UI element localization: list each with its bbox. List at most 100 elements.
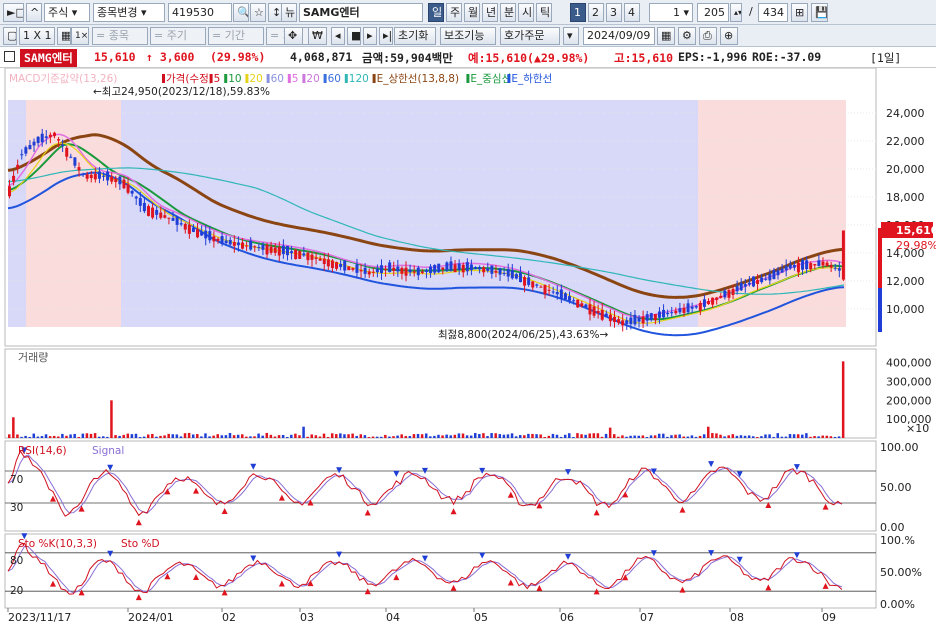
candle-body bbox=[24, 147, 28, 154]
scroll-right-icon[interactable]: ▸ bbox=[363, 27, 377, 45]
menu-button[interactable]: ►□ bbox=[3, 3, 24, 22]
scroll-left-icon[interactable]: ◂ bbox=[331, 27, 345, 45]
calendar-icon[interactable]: ▦ bbox=[657, 27, 675, 45]
market-select[interactable]: 주식 ▾ bbox=[44, 3, 90, 22]
candle-body bbox=[457, 263, 461, 270]
candle-body bbox=[449, 261, 453, 271]
volume-bar bbox=[290, 434, 293, 438]
candle-body bbox=[175, 216, 179, 225]
volume-bar bbox=[36, 436, 40, 438]
high-price: 고:15,610 bbox=[614, 51, 674, 65]
stop-icon[interactable]: ■ bbox=[347, 27, 361, 45]
save-icon[interactable]: 💾 bbox=[811, 3, 828, 22]
number-tab-3[interactable]: 3 bbox=[606, 3, 622, 22]
add-window-icon[interactable]: ⊞ bbox=[791, 3, 808, 22]
candle-body bbox=[375, 268, 379, 273]
candle-body bbox=[171, 218, 175, 221]
stock-change-select[interactable]: 종목변경 ▾ bbox=[93, 3, 165, 22]
sto-sell-arrow bbox=[336, 551, 343, 558]
rsi-sell-arrow bbox=[565, 469, 572, 476]
panel-toggle-icon[interactable]: ▢ bbox=[3, 27, 17, 45]
volume-bar bbox=[633, 435, 636, 438]
bar-count-input[interactable]: 205 bbox=[697, 3, 729, 22]
period-minute-tab[interactable]: 분 bbox=[500, 3, 516, 22]
candle-body bbox=[232, 242, 236, 246]
search-icon[interactable]: 🔍 bbox=[233, 3, 249, 22]
period-year-tab[interactable]: 년 bbox=[482, 3, 498, 22]
rsi-tick-label: 100.00 bbox=[880, 441, 919, 454]
period-week-tab[interactable]: 주 bbox=[446, 3, 462, 22]
code-input[interactable]: 419530 bbox=[168, 3, 232, 22]
candle-body bbox=[735, 286, 739, 292]
layout-button[interactable]: 1 X 1 bbox=[19, 27, 55, 45]
volume-bar bbox=[277, 435, 281, 438]
rsi-level-low: 30 bbox=[10, 502, 23, 514]
number-tab-2[interactable]: 2 bbox=[588, 3, 604, 22]
rsi-buy-arrow bbox=[278, 494, 285, 501]
print-icon[interactable]: ⎙ bbox=[699, 27, 717, 45]
candle-body bbox=[747, 282, 751, 285]
candle-body bbox=[359, 270, 363, 272]
chart-area[interactable]: MACD기준값약(13,26) 가격(수정) 5 10 20 60 5 20 60 120 E_상… bbox=[0, 67, 936, 630]
reset-button[interactable]: 초기화 bbox=[394, 27, 436, 45]
number-tab-4[interactable]: 4 bbox=[624, 3, 640, 22]
volume-bar bbox=[662, 433, 665, 438]
volume-tick-label: 200,000 bbox=[886, 394, 932, 407]
nav-up-button[interactable]: ^ bbox=[26, 3, 42, 22]
stock-button[interactable]: = 종목 bbox=[92, 27, 148, 45]
period-count-input[interactable]: 1 ▾ bbox=[649, 3, 693, 22]
number-tab-1[interactable]: 1 bbox=[570, 3, 586, 22]
chart-canvas[interactable]: MACD기준값약(13,26) 가격(수정) 5 10 20 60 5 20 60 120 E_상… bbox=[0, 67, 936, 630]
period-month-tab[interactable]: 월 bbox=[464, 3, 480, 22]
candle-body bbox=[629, 317, 633, 325]
volume-bar bbox=[171, 434, 175, 438]
volume-bar bbox=[416, 433, 420, 438]
candle-body bbox=[408, 269, 412, 273]
star-icon[interactable]: ☆ bbox=[250, 3, 266, 22]
select-checkbox[interactable] bbox=[4, 51, 15, 62]
last-bar-marker-low bbox=[878, 288, 882, 332]
volume-bar bbox=[77, 436, 80, 438]
period-day-tab[interactable]: 일 bbox=[428, 3, 444, 22]
sto-d-label: Sto %D bbox=[121, 538, 160, 550]
news-icon[interactable]: 뉴 bbox=[281, 3, 297, 22]
chevron-down-icon[interactable]: ▾ bbox=[563, 27, 579, 45]
volume-bar bbox=[302, 426, 305, 438]
volume-bar bbox=[751, 436, 755, 438]
candle-body bbox=[335, 262, 339, 269]
period-hour-tab[interactable]: 시 bbox=[518, 3, 534, 22]
currency-icon[interactable]: ₩ bbox=[308, 27, 327, 45]
stock-name-field[interactable]: SAMG엔터 bbox=[299, 3, 423, 22]
scroll-end-icon[interactable]: ▸| bbox=[379, 27, 393, 45]
volume-bar bbox=[257, 433, 260, 438]
sto-buy-arrow bbox=[679, 586, 686, 593]
volume-bar bbox=[273, 436, 277, 438]
network-icon[interactable]: ⊕ bbox=[720, 27, 738, 45]
candle-body bbox=[621, 320, 625, 326]
range-button[interactable]: = 기간 bbox=[208, 27, 264, 45]
rsi-sell-arrow bbox=[336, 467, 343, 474]
volume-bar bbox=[318, 436, 322, 438]
volume-bar bbox=[191, 434, 195, 438]
candle-body bbox=[453, 264, 457, 273]
volume-bar bbox=[232, 435, 236, 438]
date-input[interactable]: 2024/09/09 bbox=[583, 27, 655, 45]
crosshair-icon[interactable]: ✥ bbox=[284, 27, 303, 45]
candle-body bbox=[339, 264, 343, 267]
volume-bar bbox=[151, 433, 154, 438]
period-tick-tab[interactable]: 틱 bbox=[536, 3, 552, 22]
settings-gear-icon[interactable]: ⚙ bbox=[678, 27, 696, 45]
bar-count-stepper[interactable]: ▴▾ bbox=[730, 3, 742, 22]
grid-icon[interactable]: ▦ bbox=[57, 27, 71, 45]
candle-body bbox=[318, 258, 322, 261]
volume-bar bbox=[825, 435, 829, 438]
layout-1x1-icon[interactable]: 1×1 bbox=[71, 27, 89, 45]
candle-body bbox=[85, 174, 89, 179]
period-button[interactable]: = 주기 bbox=[150, 27, 206, 45]
order-button[interactable]: 호가주문 bbox=[500, 27, 560, 45]
candle-body bbox=[686, 303, 690, 313]
aux-function-button[interactable]: 보조기능 bbox=[440, 27, 496, 45]
volume-bar bbox=[645, 437, 649, 438]
volume-bar bbox=[764, 434, 767, 438]
volume-bar bbox=[48, 436, 52, 438]
